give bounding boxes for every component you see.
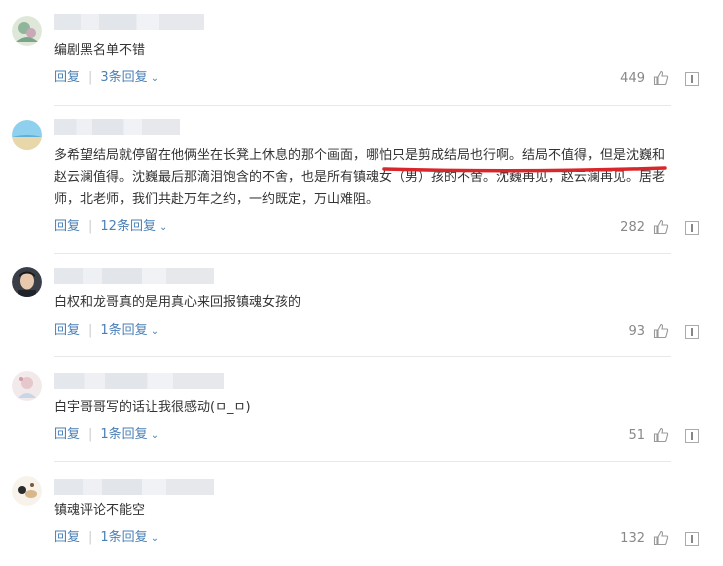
replies-count: 1条回复 [100, 427, 148, 442]
chevron-down-icon: ⌄ [150, 73, 160, 84]
comment-text: 编剧黑名单不错 [54, 43, 146, 58]
report-icon[interactable] [685, 429, 699, 443]
avatar[interactable] [12, 267, 42, 297]
separator: | [88, 219, 93, 234]
like-count: 282 [620, 220, 645, 235]
replies-count: 3条回复 [100, 70, 148, 85]
like-count: 93 [628, 324, 645, 339]
comment-actions: 回复 | 12条回复 ⌄ [54, 218, 167, 236]
avatar[interactable] [12, 16, 42, 46]
username-blurred[interactable] [54, 268, 214, 284]
expand-replies-button[interactable]: 1条回复 ⌄ [100, 323, 159, 338]
comment-text: 镇魂评论不能空 [54, 503, 146, 518]
thumbs-up-icon[interactable] [653, 70, 669, 86]
comment-actions: 回复 | 3条回复 ⌄ [54, 69, 159, 87]
replies-count: 12条回复 [100, 219, 156, 234]
comment-actions: 回复 | 1条回复 ⌄ [54, 322, 159, 340]
separator: | [88, 427, 93, 442]
chevron-down-icon: ⌄ [158, 222, 168, 233]
like-count: 132 [620, 531, 645, 546]
like-count: 51 [628, 428, 645, 443]
thumbs-up-icon[interactable] [653, 219, 669, 235]
comment-text: 多希望结局就停留在他俩坐在长凳上休息的那个画面，哪怕只是剪成结局也行啊。结局不值… [54, 148, 666, 207]
reply-button[interactable]: 回复 [54, 219, 80, 234]
separator: | [88, 70, 93, 85]
reply-button[interactable]: 回复 [54, 323, 80, 338]
divider [54, 105, 671, 106]
expand-replies-button[interactable]: 1条回复 ⌄ [100, 427, 159, 442]
report-icon[interactable] [685, 221, 699, 235]
report-icon[interactable] [685, 325, 699, 339]
report-icon[interactable] [685, 532, 699, 546]
username-blurred[interactable] [54, 119, 180, 135]
like-count: 449 [620, 71, 645, 86]
comment-text: 白宇哥哥写的话让我很感动(ㅁ_ㅁ) [54, 400, 251, 415]
username-blurred[interactable] [54, 479, 214, 495]
reply-button[interactable]: 回复 [54, 427, 80, 442]
divider [54, 461, 671, 462]
avatar[interactable] [12, 476, 42, 506]
separator: | [88, 323, 93, 338]
divider [54, 253, 671, 254]
expand-replies-button[interactable]: 12条回复 ⌄ [100, 219, 167, 234]
chevron-down-icon: ⌄ [150, 533, 160, 544]
username-blurred[interactable] [54, 373, 224, 389]
highlight-underline [382, 166, 667, 173]
divider [54, 356, 671, 357]
separator: | [88, 530, 93, 545]
avatar[interactable] [12, 371, 42, 401]
comment-text: 白权和龙哥真的是用真心来回报镇魂女孩的 [54, 295, 302, 310]
thumbs-up-icon[interactable] [653, 530, 669, 546]
reply-button[interactable]: 回复 [54, 530, 80, 545]
comment-actions: 回复 | 1条回复 ⌄ [54, 529, 159, 547]
avatar[interactable] [12, 120, 42, 150]
thumbs-up-icon[interactable] [653, 323, 669, 339]
replies-count: 1条回复 [100, 323, 148, 338]
thumbs-up-icon[interactable] [653, 427, 669, 443]
comment-actions: 回复 | 1条回复 ⌄ [54, 426, 159, 444]
expand-replies-button[interactable]: 3条回复 ⌄ [100, 70, 159, 85]
chevron-down-icon: ⌄ [150, 430, 160, 441]
expand-replies-button[interactable]: 1条回复 ⌄ [100, 530, 159, 545]
replies-count: 1条回复 [100, 530, 148, 545]
username-blurred[interactable] [54, 14, 204, 30]
reply-button[interactable]: 回复 [54, 70, 80, 85]
chevron-down-icon: ⌄ [150, 326, 160, 337]
report-icon[interactable] [685, 72, 699, 86]
